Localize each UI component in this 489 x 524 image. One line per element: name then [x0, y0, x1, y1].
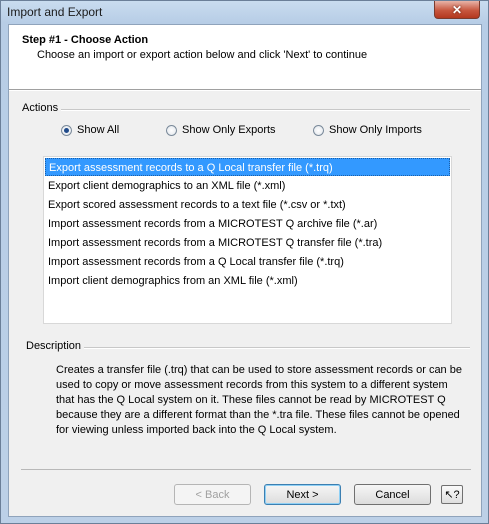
step-title: Step #1 - Choose Action: [22, 34, 149, 46]
close-icon: ✕: [451, 2, 463, 17]
actions-listbox[interactable]: Export assessment records to a Q Local t…: [43, 156, 452, 324]
list-item[interactable]: Export scored assessment records to a te…: [45, 196, 450, 214]
dialog-client-area: Step #1 - Choose Action Choose an import…: [8, 24, 482, 517]
list-item[interactable]: Import client demographics from an XML f…: [45, 272, 450, 290]
list-item[interactable]: Import assessment records from a MICROTE…: [45, 215, 450, 233]
list-item[interactable]: Export assessment records to a Q Local t…: [45, 158, 450, 176]
cancel-button[interactable]: Cancel: [354, 484, 431, 505]
description-group-label: Description: [26, 340, 85, 352]
radio-unselected-icon: [166, 124, 177, 136]
step-instruction: Choose an import or export action below …: [37, 49, 368, 61]
list-item[interactable]: Export client demographics to an XML fil…: [45, 177, 450, 195]
help-pointer-icon: ↖?: [444, 489, 460, 501]
title-bar[interactable]: Import and Export ✕: [1, 1, 488, 23]
wizard-header: Step #1 - Choose Action Choose an import…: [9, 25, 481, 89]
radio-unselected-icon: [313, 124, 324, 136]
description-text: Creates a transfer file (.trq) that can …: [56, 364, 462, 436]
import-export-window: Import and Export ✕ Step #1 - Choose Act…: [0, 0, 489, 524]
next-button[interactable]: Next >: [264, 484, 341, 505]
radio-show-all-label: Show All: [77, 124, 120, 136]
list-item[interactable]: Import assessment records from a MICROTE…: [45, 234, 450, 252]
footer-separator: [21, 469, 471, 470]
radio-show-only-imports-label: Show Only Imports: [329, 124, 422, 136]
list-item[interactable]: Import assessment records from a Q Local…: [45, 253, 450, 271]
actions-group-label: Actions: [22, 102, 62, 114]
header-separator-highlight: [9, 90, 481, 91]
back-button[interactable]: < Back: [174, 484, 251, 505]
window-title: Import and Export: [7, 5, 103, 19]
description-group-line: [26, 347, 470, 349]
radio-show-all[interactable]: Show All: [61, 124, 119, 136]
radio-show-only-exports-label: Show Only Exports: [182, 124, 276, 136]
actions-group-line: [22, 109, 470, 111]
close-button[interactable]: ✕: [434, 1, 480, 19]
radio-selected-icon: [61, 124, 72, 136]
context-help-button[interactable]: ↖?: [441, 485, 463, 504]
radio-show-only-imports[interactable]: Show Only Imports: [313, 124, 422, 136]
radio-show-only-exports[interactable]: Show Only Exports: [166, 124, 276, 136]
